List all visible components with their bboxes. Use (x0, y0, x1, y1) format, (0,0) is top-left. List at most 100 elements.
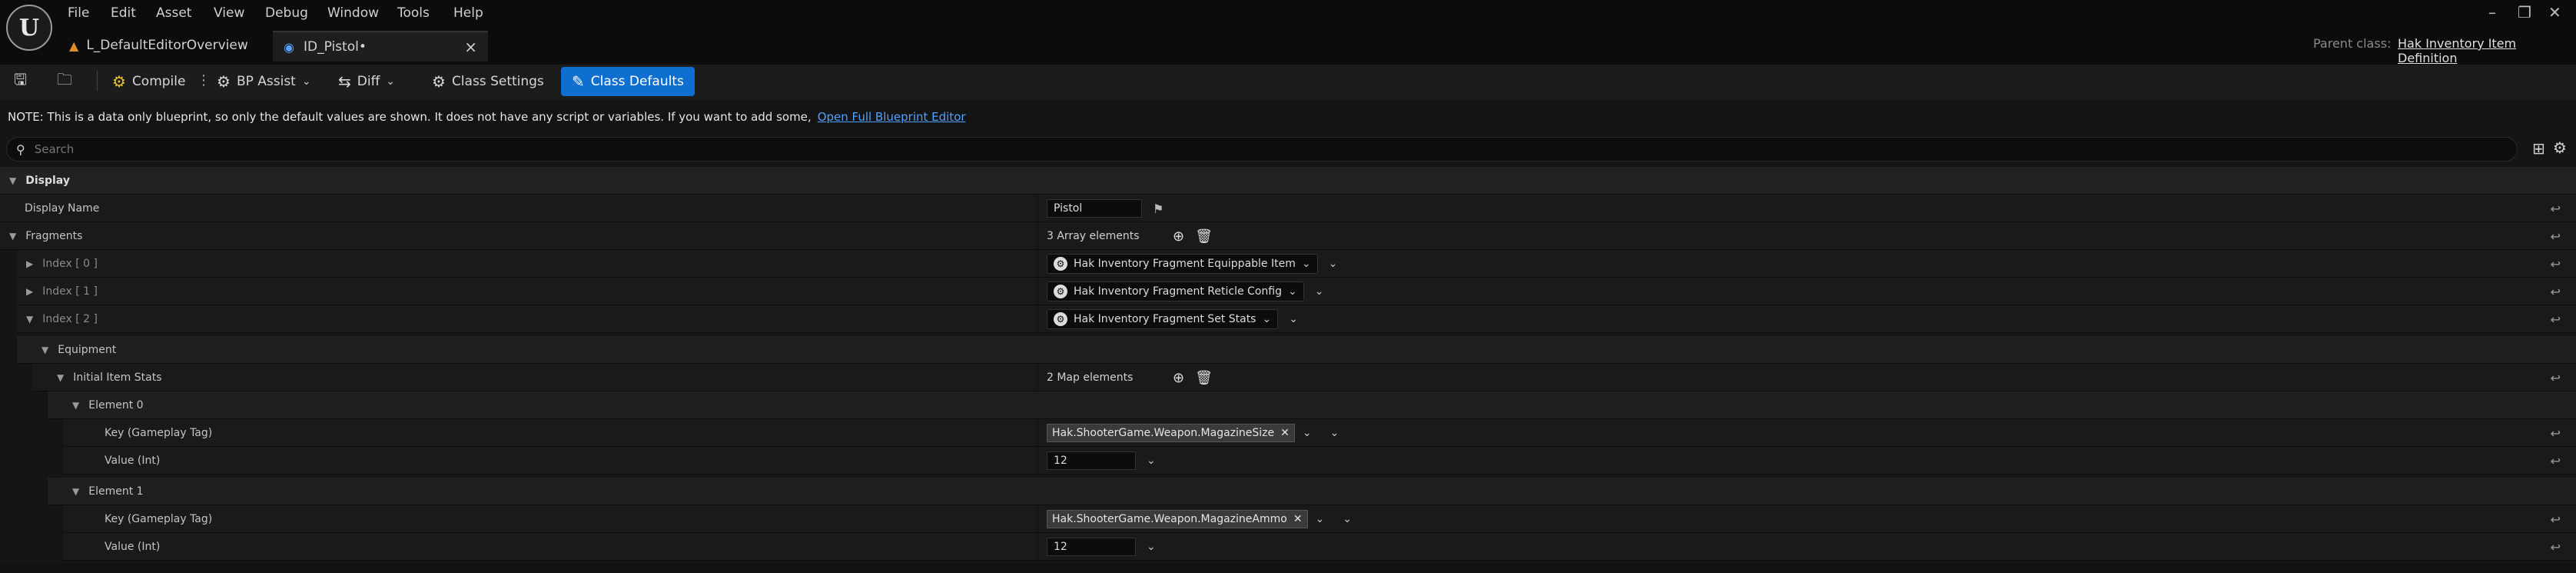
add-element-icon[interactable]: ⊕ (1173, 228, 1184, 245)
column-splitter[interactable] (1037, 305, 1038, 333)
class-defaults-button[interactable]: ✎ Class Defaults (561, 67, 695, 96)
column-splitter[interactable] (1037, 222, 1038, 250)
reset-to-default-icon[interactable]: ↩ (2551, 195, 2561, 222)
element-options-chevron-icon[interactable]: ⌄ (1343, 513, 1352, 525)
menu-window[interactable]: Window (327, 5, 379, 22)
restore-button[interactable]: ❐ (2518, 3, 2531, 22)
remove-tag-icon[interactable]: ✕ (1293, 513, 1303, 525)
minimize-button[interactable]: – (2488, 3, 2496, 22)
indent-guide (0, 478, 48, 505)
chevron-down-icon[interactable]: ⌄ (1303, 427, 1312, 439)
menu-debug[interactable]: Debug (265, 5, 308, 22)
element-options-chevron-icon[interactable]: ⌄ (1330, 427, 1339, 439)
expand-arrow-icon[interactable]: ▼ (26, 314, 33, 325)
reset-to-default-icon[interactable]: ↩ (2551, 222, 2561, 250)
category-display[interactable]: ▼ Display (0, 167, 2576, 195)
expand-arrow-icon: ▼ (9, 175, 17, 186)
bp-assist-icon: ⚙ (217, 72, 231, 91)
reset-to-default-icon[interactable]: ↩ (2551, 533, 2561, 561)
blueprint-icon: ◉ (284, 39, 294, 55)
reset-to-default-icon[interactable]: ↩ (2551, 419, 2561, 447)
menu-tools[interactable]: Tools (397, 5, 430, 22)
int-value-field[interactable]: 12 (1047, 538, 1136, 556)
chevron-down-icon: ⌄ (1287, 285, 1297, 298)
trash-icon[interactable]: 🗑 (1195, 370, 1213, 386)
tab-id-pistol[interactable]: ◉ ID_Pistol• × (273, 31, 488, 62)
trash-icon[interactable]: 🗑 (1195, 228, 1213, 245)
menu-asset[interactable]: Asset (156, 5, 191, 22)
gameplay-tag-chip[interactable]: Hak.ShooterGame.Weapon.MagazineAmmo ✕ (1047, 510, 1308, 528)
fragment-class-select[interactable]: ⚙ Hak Inventory Fragment Reticle Config … (1047, 282, 1304, 301)
search-bar[interactable]: ⚲ (6, 137, 2518, 162)
expand-arrow-icon[interactable]: ▶ (26, 258, 33, 269)
property-label: ▼ Equipment (41, 344, 117, 356)
indent-guide (0, 278, 17, 305)
reset-to-default-icon[interactable]: ↩ (2551, 305, 2561, 333)
property-label: Key (Gameplay Tag) (105, 427, 213, 439)
int-value-field[interactable]: 12 (1047, 451, 1136, 470)
indent-guide (0, 305, 17, 333)
compile-button[interactable]: ⚙ Compile (112, 67, 185, 96)
chevron-down-icon[interactable]: ⌄ (1147, 455, 1156, 467)
open-full-editor-link[interactable]: Open Full Blueprint Editor (818, 110, 966, 124)
add-element-icon[interactable]: ⊕ (1173, 370, 1184, 386)
class-settings-label: Class Settings (451, 74, 544, 89)
display-name-field[interactable]: Pistol (1047, 199, 1142, 218)
tab-close-button[interactable]: × (464, 38, 477, 56)
expand-arrow-icon[interactable]: ▼ (9, 231, 16, 242)
element-options-chevron-icon[interactable]: ⌄ (1315, 285, 1324, 298)
map-element-1[interactable]: ▼ Element 1 (0, 478, 2576, 505)
settings-gear-icon[interactable]: ⚙ (2553, 138, 2567, 157)
reset-to-default-icon[interactable]: ↩ (2551, 250, 2561, 278)
expand-arrow-icon: ▼ (72, 400, 80, 411)
column-splitter[interactable] (1037, 250, 1038, 278)
column-splitter[interactable] (1037, 447, 1038, 475)
menu-help[interactable]: Help (453, 5, 483, 22)
table-view-icon[interactable]: ⊞ (2532, 139, 2545, 158)
reset-to-default-icon[interactable]: ↩ (2551, 364, 2561, 391)
menu-file[interactable]: File (68, 5, 89, 22)
browse-button[interactable]: 🗀 (57, 67, 72, 96)
gameplay-tag-chip[interactable]: Hak.ShooterGame.Weapon.MagazineSize ✕ (1047, 424, 1295, 442)
fragment-class-select[interactable]: ⚙ Hak Inventory Fragment Set Stats ⌄ (1047, 309, 1279, 329)
search-input[interactable] (32, 142, 2342, 157)
category-equipment[interactable]: ▼ Equipment (0, 336, 2576, 364)
compile-options-icon[interactable]: ⋮ (197, 72, 211, 88)
column-splitter[interactable] (1037, 195, 1038, 222)
menu-edit[interactable]: Edit (111, 5, 136, 22)
remove-tag-icon[interactable]: ✕ (1280, 427, 1290, 439)
tab-label: L_DefaultEditorOverview (86, 38, 248, 53)
reset-to-default-icon[interactable]: ↩ (2551, 505, 2561, 533)
save-button[interactable]: 🖫 (14, 67, 27, 96)
diff-button[interactable]: ⇆ Diff ⌄ (338, 67, 395, 96)
parent-class-link[interactable]: Hak Inventory Item Definition (2398, 36, 2576, 65)
flag-icon[interactable]: ⚑ (1153, 202, 1164, 216)
map-element-0[interactable]: ▼ Element 0 (0, 391, 2576, 419)
column-splitter[interactable] (1037, 278, 1038, 305)
unreal-logo-icon[interactable]: U (6, 5, 52, 51)
reset-to-default-icon[interactable]: ↩ (2551, 278, 2561, 305)
chevron-down-icon[interactable]: ⌄ (1147, 541, 1156, 553)
property-label: Key (Gameplay Tag) (105, 513, 213, 525)
bp-assist-label: BP Assist (236, 74, 296, 89)
class-settings-button[interactable]: ⚙ Class Settings (432, 67, 544, 96)
tab-level-overview[interactable]: ▲ L_DefaultEditorOverview (69, 31, 269, 60)
expand-arrow-icon[interactable]: ▶ (26, 286, 33, 297)
column-splitter[interactable] (1037, 505, 1038, 533)
element-options-chevron-icon[interactable]: ⌄ (1289, 313, 1298, 325)
bp-assist-button[interactable]: ⚙ BP Assist ⌄ (217, 67, 311, 96)
expand-arrow-icon[interactable]: ▼ (57, 372, 64, 383)
fragment-class-select[interactable]: ⚙ Hak Inventory Fragment Equippable Item… (1047, 254, 1318, 274)
element-options-chevron-icon[interactable]: ⌄ (1329, 258, 1338, 270)
column-splitter[interactable] (1037, 419, 1038, 447)
indent-guide (0, 505, 63, 533)
close-window-button[interactable]: ✕ (2548, 3, 2561, 22)
data-only-note: NOTE: This is a data only blueprint, so … (0, 103, 2576, 131)
chevron-down-icon[interactable]: ⌄ (1316, 513, 1325, 525)
column-splitter[interactable] (1037, 364, 1038, 391)
reset-to-default-icon[interactable]: ↩ (2551, 447, 2561, 475)
menu-view[interactable]: View (214, 5, 244, 22)
column-splitter[interactable] (1037, 533, 1038, 561)
chevron-down-icon: ⌄ (1262, 313, 1272, 325)
fragments-count: 3 Array elements (1047, 230, 1140, 242)
